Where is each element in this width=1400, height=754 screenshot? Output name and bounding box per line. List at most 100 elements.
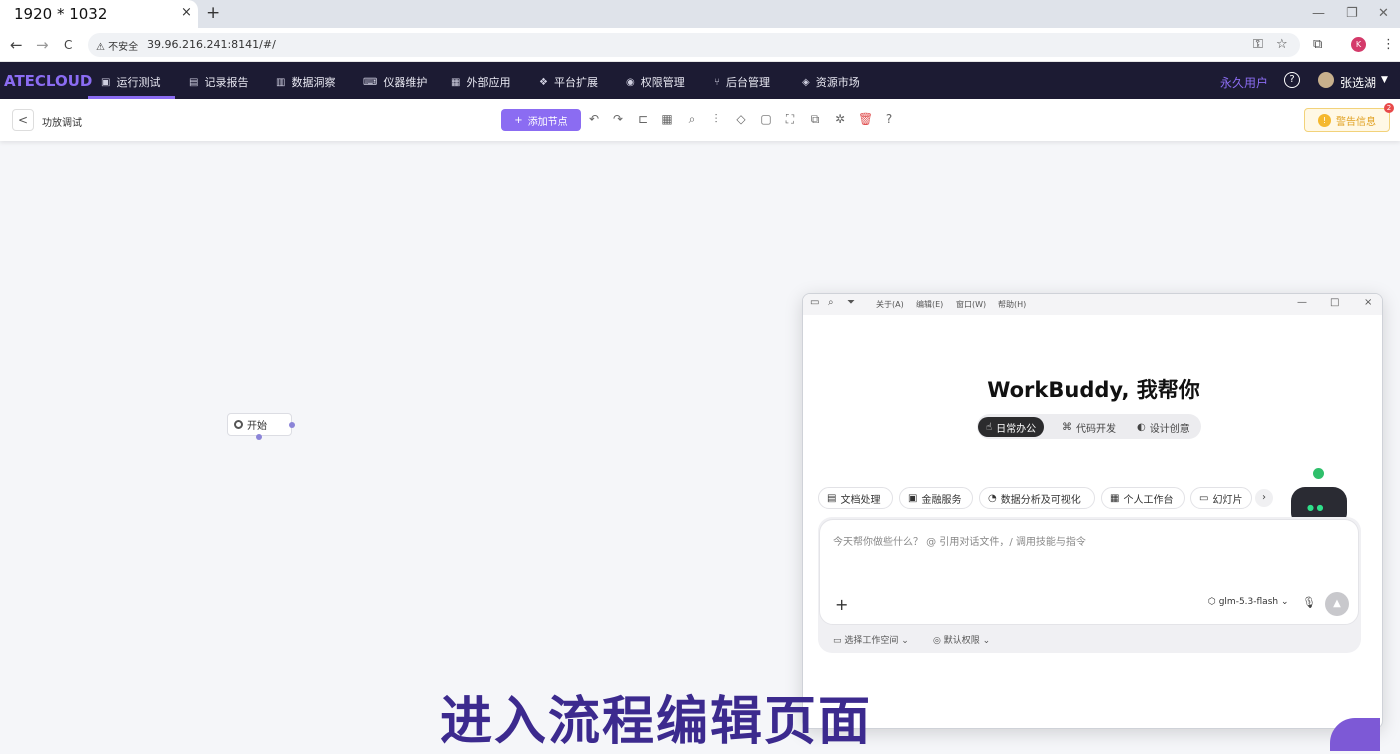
debug-icon[interactable]: ✲ — [833, 112, 847, 128]
menu-permissions[interactable]: ◉ 权限管理 — [626, 74, 685, 90]
add-node-label: 添加节点 — [527, 116, 568, 128]
workspace-selector[interactable]: ▭ 选择工作空间 ⌄ — [833, 633, 909, 646]
reload-icon[interactable]: C — [64, 38, 72, 52]
chip-finance[interactable]: ▣ 金融服务 — [899, 487, 973, 509]
add-node-button[interactable]: + 添加节点 — [501, 109, 581, 131]
chip-data-analysis[interactable]: ◔ 数据分析及可视化 — [979, 487, 1095, 509]
alert-label: 警告信息 — [1336, 116, 1376, 128]
chip-documents[interactable]: ▤ 文档处理 — [818, 487, 893, 509]
editor-toolbar — [0, 99, 1400, 141]
vip-label: 永久用户 — [1220, 76, 1269, 90]
menu-run-test[interactable]: ▣ 运行测试 — [101, 74, 160, 90]
restore-icon[interactable]: ❐ — [1346, 6, 1358, 21]
close-icon[interactable]: × — [1364, 297, 1372, 308]
clipboard-icon: ▤ — [189, 76, 199, 88]
microphone-icon[interactable]: 🎙 — [1302, 596, 1316, 609]
menu-platform-ext[interactable]: ❖ 平台扩展 — [539, 74, 598, 90]
profile-avatar[interactable]: K — [1351, 37, 1366, 52]
plus-icon: + — [514, 114, 523, 126]
maximize-icon[interactable]: □ — [1330, 297, 1339, 308]
settings-sliders-icon[interactable]: ⫶ — [709, 112, 723, 128]
security-label: 不安全 — [108, 42, 139, 53]
user-name[interactable]: 张选湖 — [1340, 74, 1376, 91]
help-circle-icon[interactable]: ? — [882, 112, 896, 128]
chip-workspace[interactable]: ▦ 个人工作台 — [1101, 487, 1185, 509]
tag-icon[interactable]: ◇ — [734, 112, 748, 128]
app-logo[interactable]: ATECLOUD — [4, 72, 92, 90]
caret-down-icon[interactable]: ▼ — [1381, 75, 1388, 85]
chip-slides[interactable]: ▭ 幻灯片 — [1190, 487, 1252, 509]
key-icon[interactable]: ⚿ — [1253, 37, 1263, 52]
forward-arrow-icon[interactable]: → — [36, 36, 49, 54]
menu-about[interactable]: 关于(A) — [876, 299, 904, 310]
mode-tab-office[interactable]: ☝ 日常办公 — [978, 417, 1045, 437]
mode-tab-design[interactable]: ◐ 设计创意 — [1129, 417, 1198, 437]
chevron-right-icon[interactable]: › — [1255, 489, 1273, 507]
menu-external-apps[interactable]: ▦ 外部应用 — [451, 74, 510, 90]
menu-label: 资源市场 — [815, 76, 860, 89]
fullscreen-icon[interactable]: ⛶ — [783, 112, 797, 128]
search-icon[interactable]: ⌕ — [828, 297, 834, 308]
delete-icon[interactable]: 🗑 — [858, 112, 873, 128]
filter-icon[interactable]: ⏷ — [847, 297, 855, 308]
tab-close-icon[interactable]: × — [181, 5, 192, 20]
menu-label: 运行测试 — [116, 76, 161, 89]
redo-icon[interactable]: ↷ — [611, 112, 625, 128]
menu-window[interactable]: 窗口(W) — [956, 299, 986, 310]
chip-label: 数据分析及可视化 — [1000, 494, 1081, 506]
mode-label: 代码开发 — [1076, 423, 1116, 435]
user-avatar[interactable] — [1318, 72, 1334, 88]
copy-icon[interactable]: ⧉ — [808, 112, 822, 128]
alert-button[interactable]: ! 警告信息 — [1304, 108, 1390, 132]
back-button[interactable]: < — [12, 109, 34, 131]
workbuddy-title: WorkBuddy, 我帮你 — [987, 378, 1200, 402]
menu-label: 记录报告 — [204, 76, 249, 89]
menu-label: 权限管理 — [640, 76, 685, 89]
start-node[interactable]: 开始 — [227, 413, 292, 436]
wallet-icon: ▣ — [908, 492, 918, 504]
star-icon[interactable]: ☆ — [1276, 37, 1288, 52]
help-icon[interactable]: ? — [1284, 72, 1300, 88]
menu-label: 平台扩展 — [553, 76, 598, 89]
robot-icon: ◉ — [626, 76, 635, 88]
menu-resource-market[interactable]: ◈ 资源市场 — [802, 74, 860, 90]
menu-records[interactable]: ▤ 记录报告 — [189, 74, 248, 90]
more-menu-icon[interactable]: ⋮ — [1382, 37, 1395, 52]
permission-selector[interactable]: ◎ 默认权限 ⌄ — [933, 633, 990, 646]
workspace-label: 选择工作空间 — [844, 636, 899, 646]
mode-tab-code[interactable]: ⌘ 代码开发 — [1054, 417, 1124, 437]
minimize-icon[interactable]: — — [1312, 6, 1325, 21]
back-arrow-icon[interactable]: ← — [10, 36, 23, 54]
attach-plus-icon[interactable]: + — [835, 595, 848, 614]
search-icon[interactable]: ⌕ — [685, 112, 699, 128]
node-handle-right[interactable] — [289, 422, 295, 428]
menu-label: 数据洞察 — [291, 76, 336, 89]
model-label: glm-5.3-flash — [1218, 597, 1279, 607]
new-tab-button[interactable]: + — [206, 3, 220, 23]
menu-label: 外部应用 — [466, 76, 511, 89]
frame-icon[interactable]: ▢ — [759, 112, 773, 128]
security-warning-chip[interactable]: ⚠ 不安全 — [96, 38, 138, 53]
align-icon[interactable]: ⊏ — [636, 112, 650, 128]
chip-label: 幻灯片 — [1212, 494, 1243, 506]
minimize-icon[interactable]: — — [1297, 297, 1307, 308]
window-close-icon[interactable]: ✕ — [1378, 6, 1389, 21]
menu-help[interactable]: 帮助(H) — [998, 299, 1026, 310]
url-text[interactable]: 39.96.216.241:8141/#/ — [147, 38, 276, 51]
menu-edit[interactable]: 编辑(E) — [916, 299, 943, 310]
browser-tab-title: 1920 * 1032 — [14, 5, 108, 23]
menu-admin[interactable]: ⑂ 后台管理 — [714, 74, 770, 90]
send-button[interactable]: ▲ — [1325, 592, 1349, 616]
node-handle-bottom[interactable] — [256, 434, 262, 440]
pie-icon: ◔ — [988, 492, 997, 504]
model-selector[interactable]: ⬡ glm-5.3-flash ⌄ — [1208, 597, 1289, 607]
layout-icon[interactable]: ▦ — [660, 112, 674, 128]
menu-data-insight[interactable]: ▥ 数据洞察 — [276, 74, 335, 90]
extensions-icon[interactable]: ⧉ — [1313, 37, 1322, 52]
menu-label: 后台管理 — [726, 76, 770, 89]
alert-count-badge: 2 — [1384, 103, 1394, 113]
undo-icon[interactable]: ↶ — [587, 112, 601, 128]
menu-instruments[interactable]: ⌨ 仪器维护 — [363, 74, 427, 90]
sidebar-toggle-icon[interactable]: ▭ — [810, 297, 819, 308]
slides-icon: ▭ — [1199, 492, 1209, 504]
